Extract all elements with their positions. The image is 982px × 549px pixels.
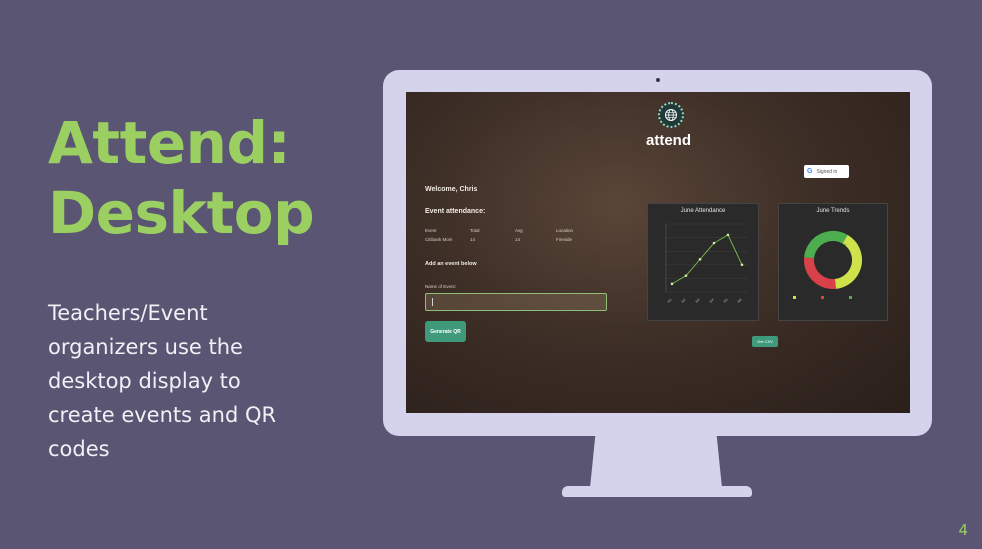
data-point [726,233,730,237]
data-point [712,241,716,245]
june-attendance-chart: June Attendance 6/1 6/2 6/3 6/4 6/5 6/6 [647,203,759,321]
june-trends-chart: June Trends [778,203,888,321]
camera-dot [656,78,660,82]
welcome-text: Welcome, Chris [425,186,478,193]
legend-swatch [821,296,824,299]
table-header: Event [425,228,437,233]
data-point [740,263,744,267]
attendance-heading: Event attendance: [425,208,486,215]
title-line-1: Attend: [48,109,291,177]
monitor-stand-neck [590,436,722,488]
table-cell: Citibank Mom [425,237,453,242]
title-line-2: Desktop [48,179,315,247]
page-number: 4 [958,521,968,539]
slide-title: Attend: Desktop [48,108,315,248]
signin-label: Signed in [816,168,838,175]
google-signin-button[interactable]: G Signed in [804,165,849,178]
donut-chart-canvas [793,231,862,299]
app-screen: attend G Signed in Welcome, Chris Event … [406,92,910,413]
globe-logo-icon [658,102,684,128]
data-point [670,282,674,286]
data-point [684,274,688,277]
x-tick-label: 6/2 [681,298,687,304]
text-caret [432,298,433,306]
x-tick-label: 6/5 [723,298,729,304]
get-csv-button[interactable]: Get CSV [752,336,778,347]
table-cell: Fireside [556,237,573,242]
x-tick-label: 6/3 [695,298,701,304]
table-header: Location [556,228,574,233]
table-cell: 14 [515,237,521,242]
series-line [671,234,743,285]
line-chart-canvas: 6/1 6/2 6/3 6/4 6/5 6/6 [665,223,748,304]
x-tick-label: 6/1 [667,298,673,304]
event-name-input[interactable] [425,293,607,311]
slide-body-text: Teachers/Event organizers use the deskto… [48,301,277,461]
table-cell: 14 [470,237,476,242]
event-name-label: Name of Event: [425,284,457,289]
x-tick-label: 6/6 [737,298,743,304]
generate-qr-button[interactable]: Generate QR [425,321,466,342]
google-icon: G [807,168,813,175]
x-tick-label: 6/4 [709,298,715,304]
monitor-stand-base [562,486,752,497]
table-header: Total [470,228,480,233]
add-event-heading: Add an event below [425,261,477,267]
app-name: attend [646,132,691,149]
legend-swatch [849,296,852,299]
data-point [698,258,702,261]
table-header: Avg [515,228,523,233]
legend-swatch [793,296,796,299]
